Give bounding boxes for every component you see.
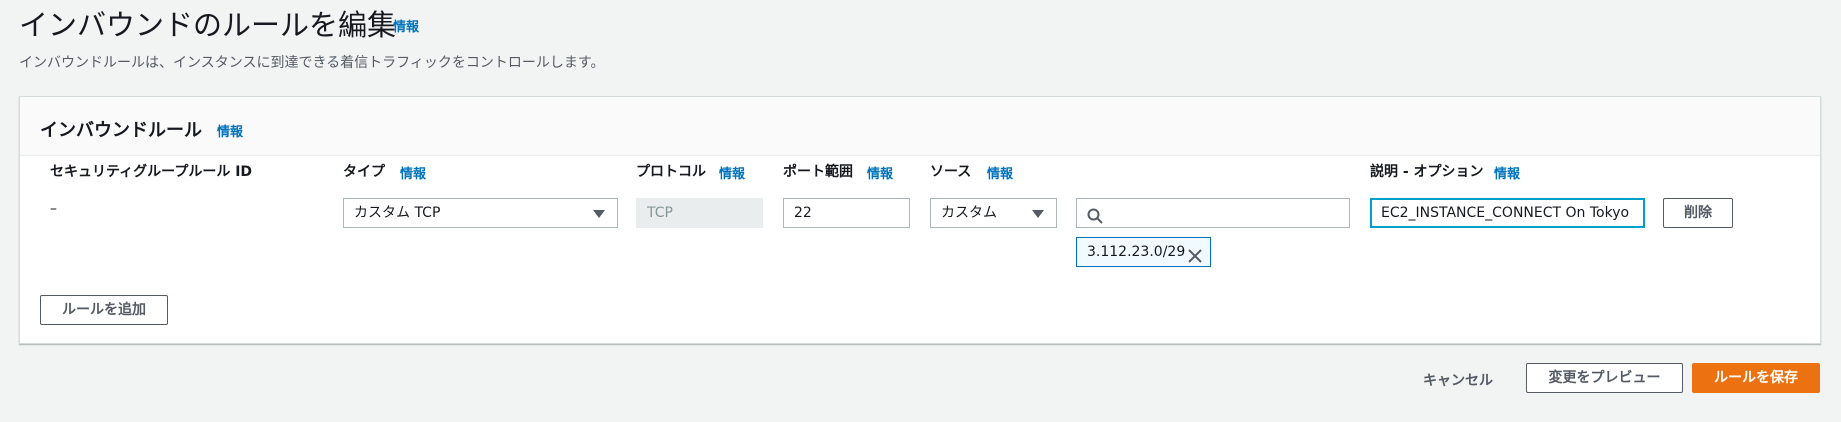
search-icon xyxy=(1087,206,1103,227)
col-source-info-link[interactable]: 情報 xyxy=(987,163,1013,182)
page-title: インバウンドのルールを編集 xyxy=(19,8,397,42)
col-protocol-label: プロトコル xyxy=(636,164,706,180)
delete-rule-button[interactable]: 削除 xyxy=(1663,198,1733,228)
page-title-info-link[interactable]: 情報 xyxy=(393,16,419,35)
source-token: 3.112.23.0/29 xyxy=(1076,237,1211,267)
col-protocol-info-link[interactable]: 情報 xyxy=(719,163,745,182)
col-type-label: タイプ xyxy=(343,164,385,180)
col-type-info-link[interactable]: 情報 xyxy=(400,163,426,182)
panel-header xyxy=(20,97,1820,156)
port-range-input[interactable]: 22 xyxy=(783,198,910,228)
page-description: インバウンドルールは、インスタンスに到達できる着信トラフィックをコントロールしま… xyxy=(19,55,605,71)
panel-title: インバウンドルール xyxy=(40,120,202,141)
cancel-button[interactable]: キャンセル xyxy=(1423,370,1493,390)
rule-id-value: – xyxy=(50,201,57,217)
source-token-label: 3.112.23.0/29 xyxy=(1087,244,1186,260)
chevron-down-icon xyxy=(593,210,605,218)
source-type-select[interactable]: カスタム xyxy=(930,198,1057,228)
protocol-field: TCP xyxy=(636,198,763,228)
inbound-rules-panel: インバウンドルール 情報 セキュリティグループルール ID タイプ 情報 プロト… xyxy=(19,96,1821,344)
description-input[interactable]: EC2_INSTANCE_CONNECT On Tokyo xyxy=(1370,198,1645,228)
add-rule-button[interactable]: ルールを追加 xyxy=(40,295,168,325)
source-type-select-value: カスタム xyxy=(941,205,997,221)
source-search-input[interactable] xyxy=(1076,198,1350,228)
col-port-range-label: ポート範囲 xyxy=(783,164,853,180)
col-description-label: 説明 - オプション xyxy=(1370,164,1484,180)
type-select-value: カスタム TCP xyxy=(354,205,441,221)
col-port-range-info-link[interactable]: 情報 xyxy=(867,163,893,182)
preview-changes-button[interactable]: 変更をプレビュー xyxy=(1526,363,1683,393)
close-icon[interactable] xyxy=(1188,245,1202,273)
type-select[interactable]: カスタム TCP xyxy=(343,198,618,228)
col-source-label: ソース xyxy=(930,164,972,180)
save-rules-button[interactable]: ルールを保存 xyxy=(1692,363,1820,393)
panel-title-info-link[interactable]: 情報 xyxy=(217,121,243,140)
col-rule-id-label: セキュリティグループルール ID xyxy=(50,164,253,180)
col-description-info-link[interactable]: 情報 xyxy=(1494,163,1520,182)
chevron-down-icon xyxy=(1032,210,1044,218)
